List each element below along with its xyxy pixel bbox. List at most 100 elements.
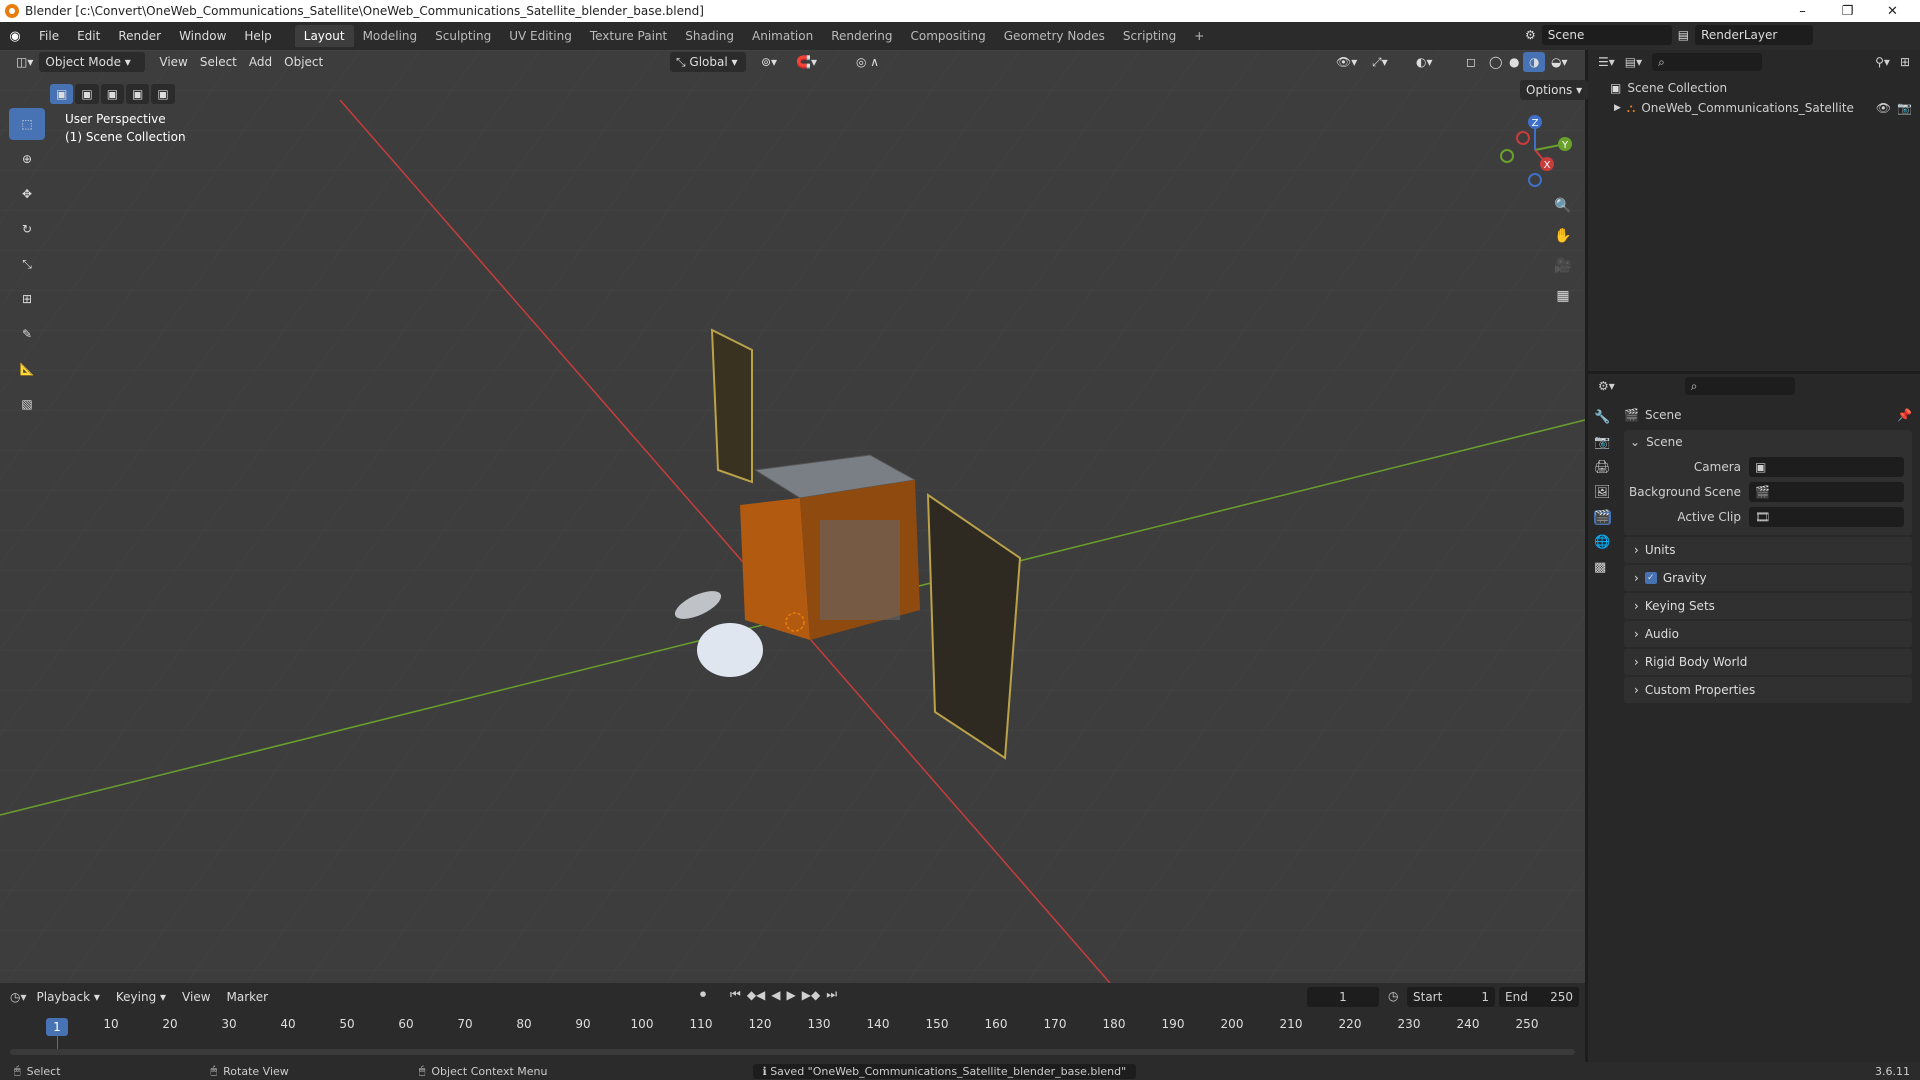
add-cube-tool-icon[interactable]: ▧ [9, 388, 45, 420]
snap-icon[interactable]: 🧲▾ [790, 52, 823, 72]
outliner-row-scene-collection[interactable]: ▣ Scene Collection [1588, 78, 1920, 98]
rotate-tool-icon[interactable]: ↻ [9, 213, 45, 245]
tab-scripting[interactable]: Scripting [1114, 25, 1185, 47]
viewport-menu-object[interactable]: Object [278, 52, 329, 72]
cursor-tool-icon[interactable]: ⊕ [9, 143, 45, 175]
options-button[interactable]: Options ▾ [1520, 80, 1589, 100]
background-scene-field[interactable]: 🎬 [1749, 481, 1904, 502]
active-clip-field[interactable]: 🎞 [1749, 506, 1904, 527]
panel-custom-properties[interactable]: › Custom Properties [1624, 677, 1912, 703]
zoom-icon[interactable]: 🔍 [1550, 193, 1576, 219]
props-editor-icon[interactable]: ⚙▾ [1598, 379, 1615, 393]
display-mode-icon[interactable]: ▤▾ [1625, 55, 1642, 69]
view-layer-selector[interactable]: RenderLayer [1695, 25, 1814, 45]
blender-menu-icon[interactable]: ◉ [0, 29, 30, 44]
tab-compositing[interactable]: Compositing [901, 25, 994, 47]
output-tab-icon[interactable]: 🖨 [1594, 460, 1611, 475]
outliner-search-input[interactable]: ⌕ [1652, 53, 1763, 71]
tab-geometry-nodes[interactable]: Geometry Nodes [995, 25, 1114, 47]
playhead[interactable]: 1 [46, 1018, 68, 1036]
panel-gravity[interactable]: › ✓ Gravity [1624, 565, 1912, 591]
xray-icon[interactable]: ◻ [1460, 52, 1482, 72]
select-invert-icon[interactable]: ▣ [126, 84, 150, 104]
editor-type-icon[interactable]: ◫▾ [10, 52, 39, 72]
rendered-shading-icon[interactable]: ◒▾ [1545, 52, 1574, 72]
minimize-button[interactable]: – [1780, 0, 1825, 22]
texture-tab-icon[interactable]: ▩ [1594, 560, 1611, 575]
visibility-eye-icon[interactable]: 👁 [1876, 101, 1891, 115]
select-intersect-icon[interactable]: ▣ [151, 84, 175, 104]
props-header: 🎬 Scene 📌 [1624, 408, 1912, 422]
props-search-input[interactable]: ⌕ [1684, 377, 1795, 395]
world-tab-icon[interactable]: 🌐 [1594, 535, 1611, 550]
tab-modeling[interactable]: Modeling [354, 25, 427, 47]
tool-tab-icon[interactable]: 🔧 [1594, 410, 1611, 425]
panel-units[interactable]: › Units [1624, 537, 1912, 563]
viewport-menu-view[interactable]: View [153, 52, 193, 72]
tab-uv-editing[interactable]: UV Editing [500, 25, 581, 47]
close-button[interactable]: ✕ [1870, 0, 1915, 22]
menu-help[interactable]: Help [235, 25, 280, 47]
expand-arrow-icon[interactable]: ▶ [1614, 103, 1621, 113]
scene-selector[interactable]: Scene [1541, 25, 1672, 45]
orientation-selector[interactable]: ⤡ Global ▾ [670, 52, 746, 72]
material-shading-icon[interactable]: ◑ [1523, 52, 1546, 72]
outliner-row-object[interactable]: ▶ ⛬ OneWeb_Communications_Satellite 👁 📷 [1588, 98, 1920, 118]
navigation-gizmo[interactable]: Z Y X [1495, 110, 1575, 190]
scene-panel-header[interactable]: ⌄ Scene [1624, 430, 1912, 454]
pan-hand-icon[interactable]: ✋ [1550, 223, 1576, 249]
3d-viewport[interactable] [0, 50, 1585, 983]
viewport-menu-add[interactable]: Add [243, 52, 278, 72]
visibility-icon[interactable]: 👁▾ [1330, 52, 1363, 72]
tab-sculpting[interactable]: Sculpting [426, 25, 500, 47]
menu-file[interactable]: File [30, 25, 68, 47]
camera-view-icon[interactable]: 🎥 [1550, 253, 1576, 279]
tab-texture-paint[interactable]: Texture Paint [581, 25, 676, 47]
select-new-icon[interactable]: ▣ [50, 84, 74, 104]
status-bar: 🖱 Select 🖱 Rotate View 🖱 Object Context … [0, 1062, 1920, 1080]
move-tool-icon[interactable]: ✥ [9, 178, 45, 210]
timeline-scrollbar[interactable] [10, 1049, 1575, 1055]
filter-icon[interactable]: ⚲▾ [1875, 55, 1890, 69]
render-tab-icon[interactable]: 📷 [1594, 435, 1611, 450]
tab-layout[interactable]: Layout [294, 25, 354, 47]
overlay-toggle-icon[interactable]: ◐▾ [1410, 52, 1439, 72]
view-layer-tab-icon[interactable]: 🖼 [1594, 485, 1611, 500]
ortho-grid-icon[interactable]: ▦ [1550, 283, 1576, 309]
add-workspace-button[interactable]: + [1185, 25, 1213, 47]
pin-icon[interactable]: 📌 [1897, 408, 1912, 422]
panel-keying-sets[interactable]: › Keying Sets [1624, 593, 1912, 619]
transform-tool-icon[interactable]: ⊞ [9, 283, 45, 315]
menu-window[interactable]: Window [170, 25, 235, 47]
pivot-icon[interactable]: ⊚▾ [755, 52, 783, 72]
tab-shading[interactable]: Shading [676, 25, 743, 47]
outliner-editor-icon[interactable]: ☰▾ [1598, 55, 1615, 69]
scene-tab-icon[interactable]: 🎬 [1594, 510, 1611, 525]
select-extend-icon[interactable]: ▣ [75, 84, 99, 104]
camera-field[interactable]: ▣ [1749, 456, 1904, 477]
render-camera-icon[interactable]: 📷 [1897, 101, 1912, 115]
select-subtract-icon[interactable]: ▣ [100, 84, 125, 104]
select-mode-buttons: ▣ ▣ ▣ ▣ ▣ [50, 84, 175, 104]
menu-render[interactable]: Render [109, 25, 170, 47]
proportional-edit-icon[interactable]: ◎ ∧ [850, 52, 885, 72]
scene-icon[interactable]: ⚙ [1525, 28, 1536, 42]
mode-selector[interactable]: Object Mode ▾ [39, 52, 146, 72]
gizmo-toggle-icon[interactable]: ⤢▾ [1366, 52, 1394, 72]
tab-animation[interactable]: Animation [743, 25, 822, 47]
gravity-checkbox[interactable]: ✓ [1644, 572, 1657, 584]
panel-rigid-body-world[interactable]: › Rigid Body World [1624, 649, 1912, 675]
maximize-button[interactable]: ❐ [1825, 0, 1870, 22]
measure-tool-icon[interactable]: 📐 [9, 353, 45, 385]
viewport-menu-select[interactable]: Select [194, 52, 243, 72]
view-layer-icon[interactable]: ▤ [1678, 28, 1689, 42]
tab-rendering[interactable]: Rendering [822, 25, 901, 47]
frame-ruler[interactable]: 1 10 20 30 40 50 60 70 80 90 100 110 120 130 140 150 16… [0, 983, 1585, 1062]
menu-edit[interactable]: Edit [68, 25, 109, 47]
panel-audio[interactable]: › Audio [1624, 621, 1912, 647]
annotate-tool-icon[interactable]: ✎ [9, 318, 45, 350]
frame-tick-label: 90 [575, 1017, 591, 1031]
select-box-tool-icon[interactable]: ⬚ [9, 108, 45, 140]
new-collection-icon[interactable]: ⊞ [1900, 55, 1910, 69]
scale-tool-icon[interactable]: ⤡ [9, 248, 45, 280]
